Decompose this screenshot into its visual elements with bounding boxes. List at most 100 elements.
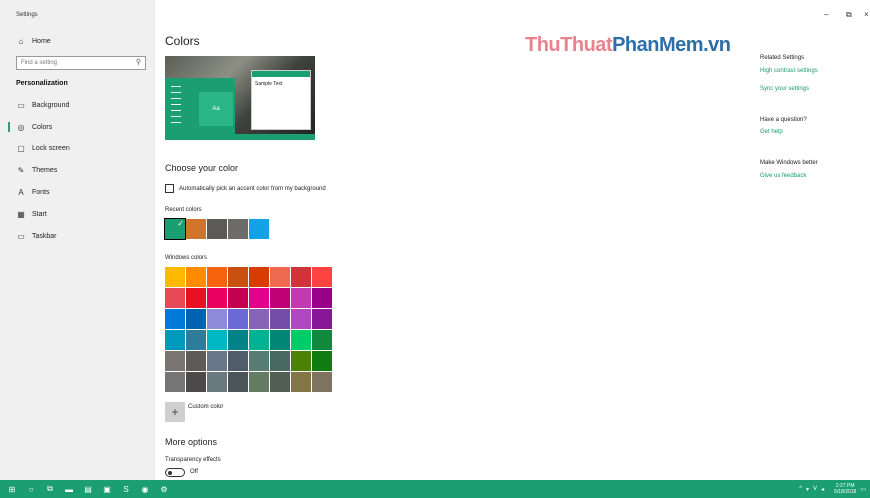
feedback-link[interactable]: Give us feedback bbox=[760, 173, 806, 179]
outlook-icon[interactable]: ▣ bbox=[100, 482, 114, 496]
watermark-part1: ThuThuat bbox=[525, 34, 613, 56]
windows-color-swatch[interactable] bbox=[270, 288, 290, 308]
home-icon: ⌂ bbox=[18, 36, 24, 46]
windows-color-swatch[interactable] bbox=[270, 267, 290, 287]
excel-icon[interactable]: ▤ bbox=[81, 482, 95, 496]
tray-chevron-icon[interactable]: ^ bbox=[799, 486, 802, 492]
windows-color-swatch[interactable] bbox=[207, 267, 227, 287]
windows-color-swatch[interactable] bbox=[207, 309, 227, 329]
windows-color-swatch[interactable] bbox=[165, 309, 185, 329]
windows-color-swatch[interactable] bbox=[291, 372, 311, 392]
chrome-icon[interactable]: ◉ bbox=[138, 482, 152, 496]
sidebar-item-start[interactable]: ▦ Start bbox=[0, 205, 155, 223]
auto-pick-checkbox[interactable] bbox=[165, 184, 174, 193]
windows-color-swatch[interactable] bbox=[186, 372, 206, 392]
windows-color-swatch[interactable] bbox=[312, 351, 332, 371]
windows-color-swatch[interactable] bbox=[249, 309, 269, 329]
windows-color-swatch[interactable] bbox=[186, 267, 206, 287]
windows-color-swatch[interactable] bbox=[165, 267, 185, 287]
windows-color-swatch[interactable] bbox=[186, 351, 206, 371]
windows-color-swatch[interactable] bbox=[207, 372, 227, 392]
sidebar-item-background[interactable]: ▭ Background bbox=[0, 96, 155, 114]
windows-color-swatch[interactable] bbox=[312, 372, 332, 392]
windows-color-swatch[interactable] bbox=[186, 288, 206, 308]
auto-pick-row[interactable]: Automatically pick an accent color from … bbox=[165, 184, 326, 193]
restore-button[interactable]: ⧉ bbox=[846, 10, 852, 20]
settings-gear-icon[interactable]: ⚙ bbox=[157, 482, 171, 496]
file-explorer-icon[interactable]: ▬ bbox=[62, 482, 76, 496]
windows-color-swatch[interactable] bbox=[207, 288, 227, 308]
recent-color-swatch[interactable] bbox=[228, 219, 248, 239]
windows-color-swatch[interactable] bbox=[207, 351, 227, 371]
windows-color-swatch[interactable] bbox=[165, 351, 185, 371]
skype-icon[interactable]: S bbox=[119, 482, 133, 496]
windows-color-swatch[interactable] bbox=[270, 309, 290, 329]
get-help-link[interactable]: Get help bbox=[760, 129, 783, 135]
preview-tile: Aa bbox=[199, 92, 233, 126]
windows-color-swatch[interactable] bbox=[270, 330, 290, 350]
windows-color-swatch[interactable] bbox=[249, 351, 269, 371]
sidebar-item-fonts[interactable]: A Fonts bbox=[0, 183, 155, 201]
windows-color-swatch[interactable] bbox=[312, 309, 332, 329]
recent-color-swatch[interactable] bbox=[186, 219, 206, 239]
windows-color-swatch[interactable] bbox=[207, 330, 227, 350]
minimize-button[interactable]: – bbox=[824, 10, 828, 19]
tray-v-icon[interactable]: V bbox=[813, 486, 817, 492]
windows-color-swatch[interactable] bbox=[291, 309, 311, 329]
windows-color-swatch[interactable] bbox=[165, 372, 185, 392]
windows-color-swatch[interactable] bbox=[249, 330, 269, 350]
notifications-icon[interactable]: ▭ bbox=[860, 486, 866, 493]
windows-color-swatch[interactable] bbox=[291, 267, 311, 287]
windows-color-swatch[interactable] bbox=[270, 372, 290, 392]
windows-color-swatch[interactable] bbox=[228, 330, 248, 350]
preview-start-menu: Aa bbox=[165, 78, 235, 134]
windows-color-swatch[interactable] bbox=[186, 330, 206, 350]
windows-color-swatch[interactable] bbox=[228, 351, 248, 371]
preview-sample-text: Sample Text bbox=[255, 81, 283, 87]
cortana-icon[interactable]: ○ bbox=[24, 482, 38, 496]
transparency-toggle[interactable] bbox=[165, 468, 185, 477]
sidebar-item-lock-screen[interactable]: ▢ Lock screen bbox=[0, 139, 155, 157]
windows-color-swatch[interactable] bbox=[291, 330, 311, 350]
search-input[interactable]: Find a setting ⚲ bbox=[16, 56, 146, 70]
sidebar-item-label: Background bbox=[32, 101, 70, 109]
recent-color-swatch[interactable] bbox=[207, 219, 227, 239]
windows-color-swatch[interactable] bbox=[228, 372, 248, 392]
windows-color-swatch[interactable] bbox=[270, 351, 290, 371]
sidebar-item-label: Themes bbox=[32, 166, 58, 174]
windows-color-swatch[interactable] bbox=[291, 288, 311, 308]
sidebar-item-taskbar[interactable]: ▭ Taskbar bbox=[0, 227, 155, 245]
font-icon: A bbox=[18, 187, 24, 197]
sidebar-home[interactable]: ⌂ Home bbox=[0, 32, 155, 50]
custom-color-button[interactable]: + bbox=[165, 402, 185, 422]
windows-start-icon[interactable]: ⊞ bbox=[5, 482, 19, 496]
windows-color-swatch[interactable] bbox=[249, 267, 269, 287]
windows-color-swatch[interactable] bbox=[312, 330, 332, 350]
windows-color-swatch[interactable] bbox=[312, 288, 332, 308]
windows-color-swatch[interactable] bbox=[249, 372, 269, 392]
clock-date: 5/18/2018 bbox=[834, 489, 857, 495]
sidebar-item-themes[interactable]: ✎ Themes bbox=[0, 161, 155, 179]
tray-network-icon[interactable]: ▾ bbox=[806, 486, 809, 493]
task-view-icon[interactable]: ⧉ bbox=[43, 482, 57, 496]
sync-settings-link[interactable]: Sync your settings bbox=[760, 86, 809, 92]
close-button[interactable]: × bbox=[864, 10, 869, 19]
windows-color-swatch[interactable] bbox=[228, 288, 248, 308]
clock[interactable]: 2:27 PM 5/18/2018 bbox=[830, 483, 856, 495]
windows-color-swatch[interactable] bbox=[186, 309, 206, 329]
sidebar-item-label: Start bbox=[32, 210, 47, 218]
recent-color-swatch[interactable]: ✓ bbox=[164, 218, 186, 240]
windows-color-swatch[interactable] bbox=[165, 330, 185, 350]
windows-color-swatch[interactable] bbox=[249, 288, 269, 308]
windows-color-swatch[interactable] bbox=[312, 267, 332, 287]
brush-icon: ✎ bbox=[17, 165, 25, 175]
high-contrast-link[interactable]: High contrast settings bbox=[760, 68, 818, 74]
tray-speaker-icon[interactable]: ◂ bbox=[821, 486, 824, 493]
windows-color-swatch[interactable] bbox=[228, 309, 248, 329]
windows-color-swatch[interactable] bbox=[291, 351, 311, 371]
windows-color-swatch[interactable] bbox=[228, 267, 248, 287]
sidebar-item-label: Colors bbox=[32, 123, 53, 131]
recent-color-swatch[interactable] bbox=[249, 219, 269, 239]
windows-color-swatch[interactable] bbox=[165, 288, 185, 308]
sidebar-item-colors[interactable]: ◎ Colors bbox=[0, 118, 155, 136]
